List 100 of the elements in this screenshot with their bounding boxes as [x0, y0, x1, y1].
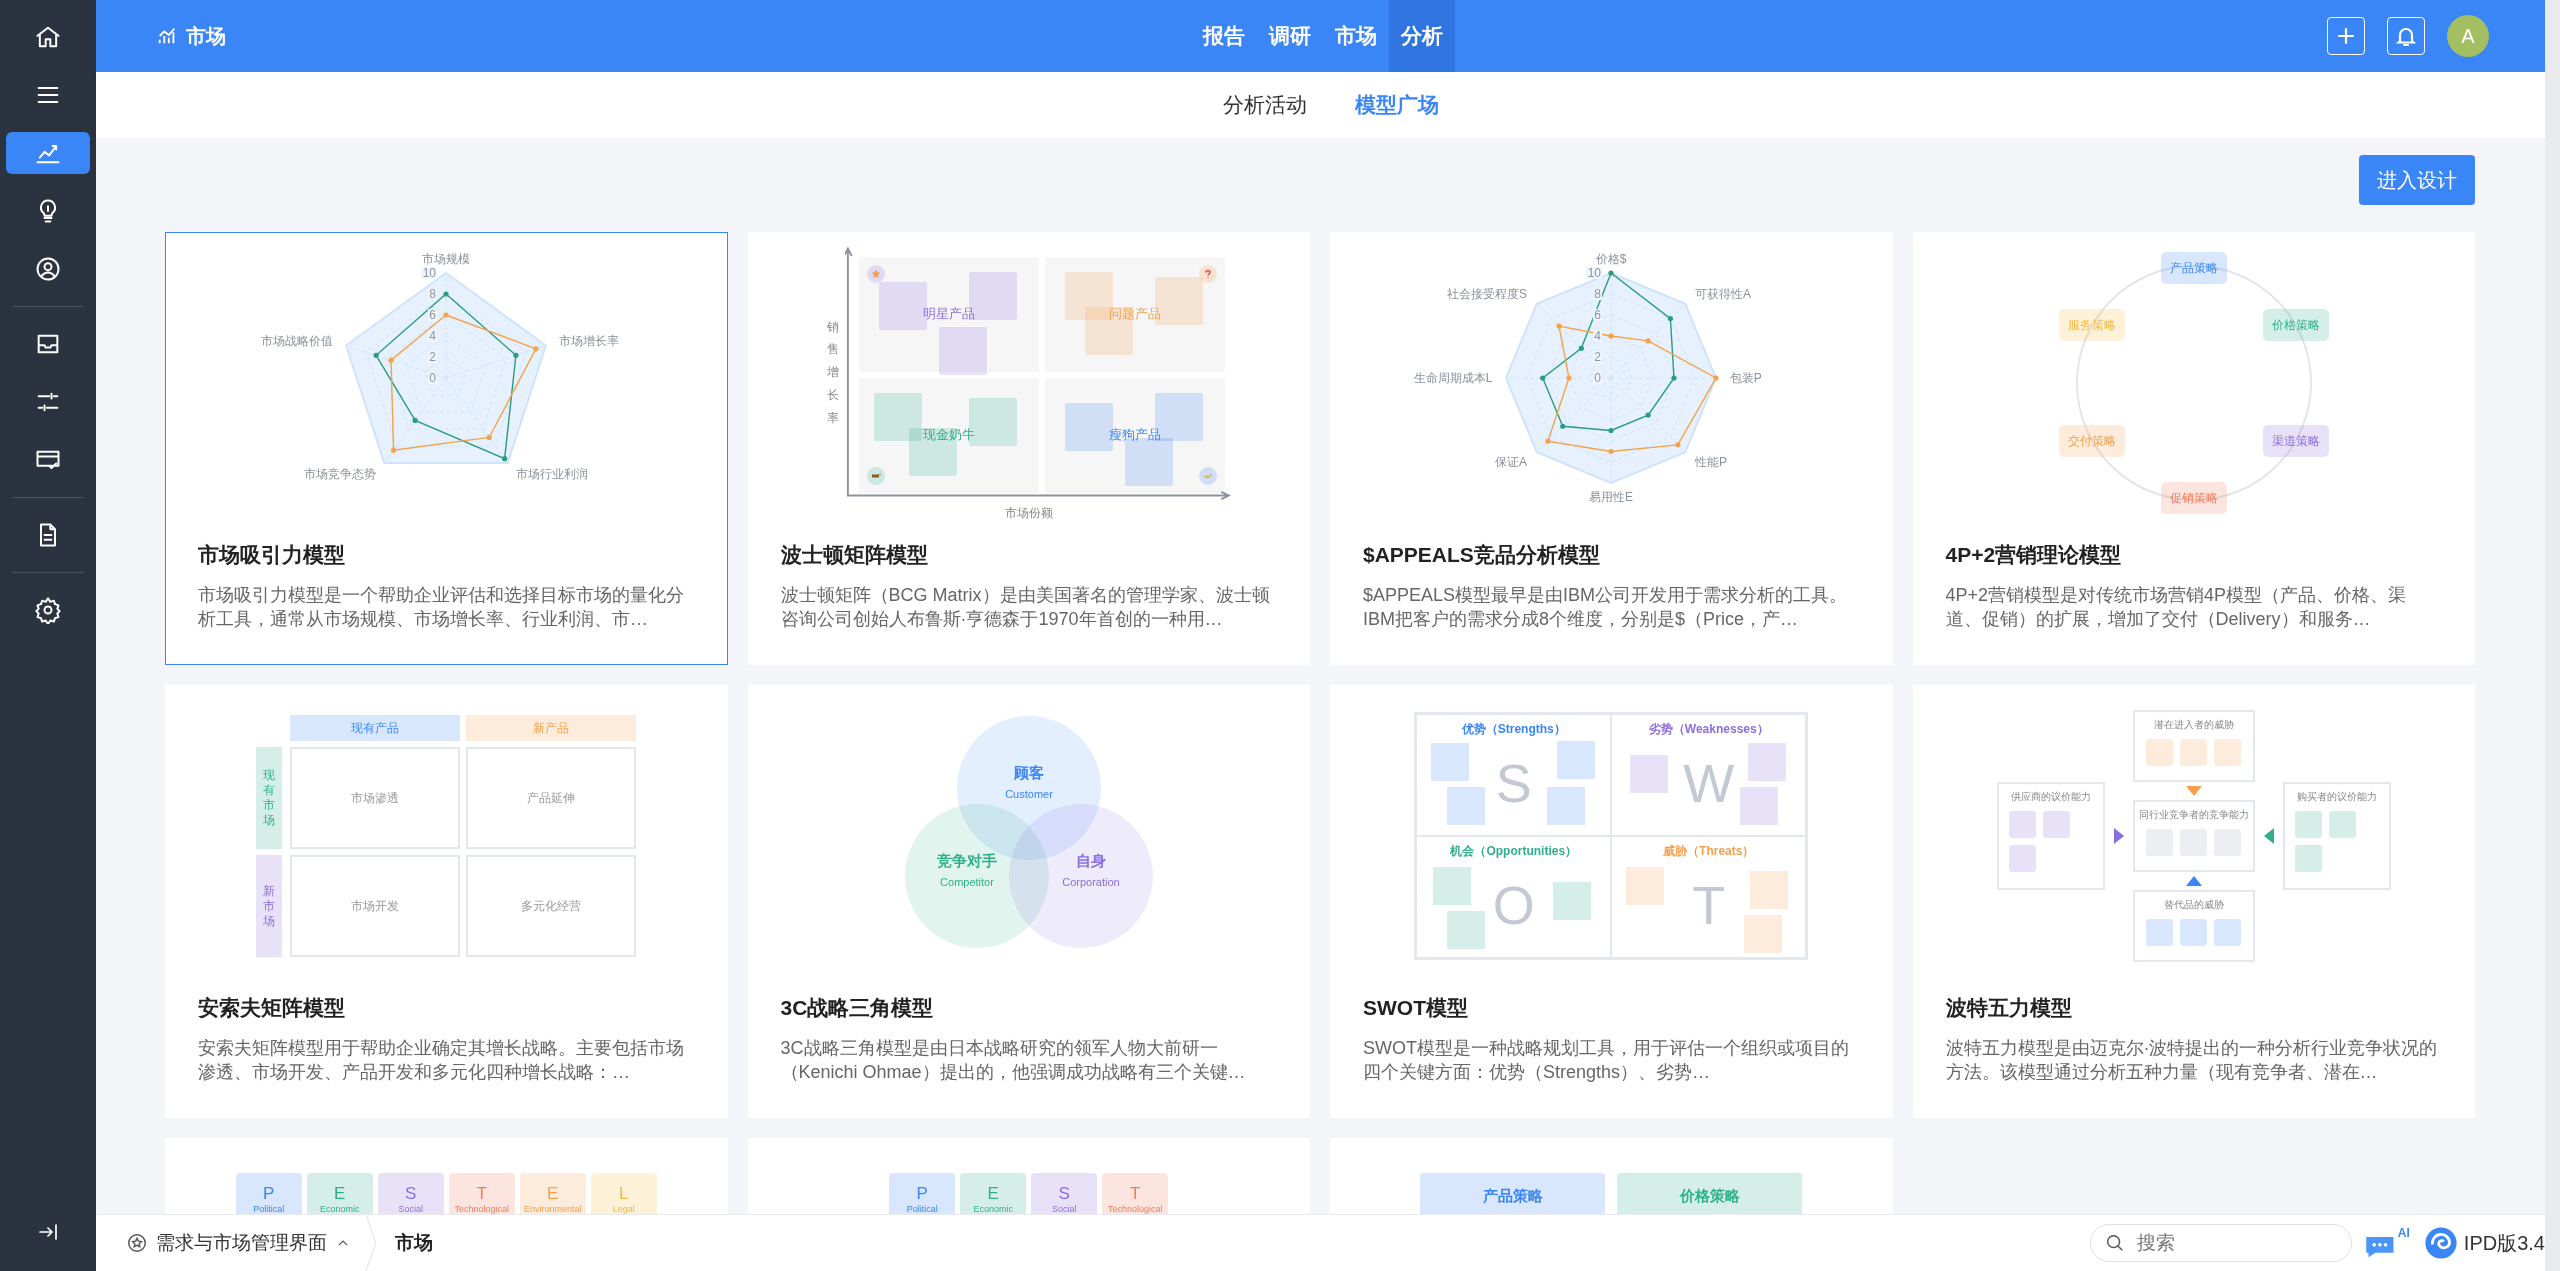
question-icon	[1198, 264, 1217, 283]
model-card[interactable]: 现有产品 新产品 现有市场 市场渗透 产品延伸 新市场 市场开发 多元化经营 安索夫矩阵模型 安索夫矩阵模型用于帮助企业确定其增长战略。主要包括市场渗透、市场开发、产品开发和多元化四种增长战略：…	[165, 685, 728, 1118]
circle-subtitle: Competitor	[939, 876, 994, 888]
tick-label: 8	[428, 287, 438, 301]
model-card[interactable]: 顾客 Customer 竞争对手 Competitor 自身 Corporation 3C战略三角模型 3C战略三角模型是由日本战略研究的领军人物大前研一（Kenichi Ohmae）提出的，他强调成功战略有三个关键…	[747, 685, 1310, 1118]
axis-label: 价格$	[1595, 252, 1627, 267]
card-description: 波特五力模型是由迈克尔·波特提出的一种分析行业竞争状况的方法。该模型通过分析五种力量（现有竞争者、潜在…	[1945, 1037, 2439, 1084]
quadrant-label: 优势（Strengths）	[1461, 721, 1566, 738]
note-square	[2008, 845, 2036, 872]
strategy-node: 交付策略	[2058, 425, 2125, 457]
sub-tab[interactable]: 分析活动	[1210, 85, 1319, 125]
design-button[interactable]: 进入设计	[2359, 155, 2475, 205]
note-square	[1744, 915, 1783, 953]
model-card[interactable]: P Political E Economic S Social T Technological E Environmental L Legal	[165, 1138, 728, 1214]
quadrant-letter: S	[1495, 756, 1532, 810]
note-square	[2214, 919, 2242, 946]
factor-name: Social	[1052, 1204, 1077, 1214]
model-card[interactable]: 优势（Strengths） S 劣势（Weaknesses） W 机会（Opportunities） O 威胁（Threats） T SWOT模型 SWOT模型是一种战略规划工具，用于评估一个组织或项目的四个关键方面：优势（Strengths）、劣势…	[1330, 685, 1893, 1118]
note-square	[1740, 787, 1779, 825]
note-square	[2042, 811, 2070, 838]
notification-button[interactable]	[2387, 17, 2425, 55]
user-icon	[34, 255, 62, 283]
axis-label: 市场增长率	[559, 334, 620, 349]
card-title: 4P+2营销理论模型	[1945, 542, 2123, 568]
axis-label: 市场规模	[422, 252, 471, 267]
factor-letter: E	[987, 1184, 999, 1204]
circle-subtitle: Corporation	[1062, 876, 1120, 888]
column-header: 现有产品	[290, 715, 461, 741]
model-card[interactable]: P Political E Economic S Social T Technological	[747, 1138, 1310, 1214]
factor-name: Political	[906, 1204, 938, 1214]
tick-label: 2	[428, 350, 438, 364]
note-square	[2146, 739, 2174, 766]
version-label: IPD版3.4	[2463, 1230, 2545, 1256]
factor-letter: T	[476, 1184, 487, 1204]
force-label: 供应商的议价能力	[2010, 790, 2091, 804]
factor-letter: P	[263, 1184, 275, 1204]
factor-name: Legal	[612, 1204, 635, 1214]
axis-label: 生命周期成本L	[1413, 371, 1493, 385]
ai-assistant-button[interactable]: AI	[2363, 1226, 2410, 1260]
force-label: 替代品的威胁	[2163, 898, 2224, 912]
axis-label: 市场份额	[1004, 504, 1053, 522]
tick-label: 10	[1586, 266, 1603, 280]
breadcrumb-current: 市场	[395, 1231, 433, 1255]
note-square	[1557, 741, 1596, 779]
card-description: 安索夫矩阵模型用于帮助企业确定其增长战略。主要包括市场渗透、市场开发、产品开发和多元化四种增长战略：…	[198, 1037, 685, 1084]
axis-label: 社会接受程度S	[1447, 287, 1528, 302]
axis-label: 市场行业利润	[516, 467, 588, 481]
sub-tab[interactable]: 模型广场	[1342, 85, 1451, 125]
quadrant-label: 瘦狗产品	[1108, 426, 1161, 444]
tick-label: 4	[428, 329, 438, 343]
note-square	[2008, 811, 2036, 838]
circle-title: 自身	[1075, 852, 1106, 869]
card-description: 3C战略三角模型是由日本战略研究的领军人物大前研一（Kenichi Ohmae）提出的，他强调成功战略有三个关键…	[780, 1037, 1247, 1084]
note-square	[1630, 755, 1669, 793]
factor-letter: L	[619, 1184, 629, 1204]
tick-label: 10	[421, 266, 438, 280]
add-button[interactable]	[2327, 17, 2365, 55]
card-description: $APPEALS模型最早是由IBM公司开发用于需求分析的工具。IBM把客户的需求分成8个维度，分别是$（Price，产…	[1363, 584, 1849, 631]
quadrant-label: 机会（Opportunities）	[1450, 843, 1578, 860]
search-field[interactable]: 搜索	[2089, 1224, 2352, 1262]
note-square	[1433, 867, 1472, 905]
card-description: SWOT模型是一种战略规划工具，用于评估一个组织或项目的四个关键方面：优势（Strengths）、劣势…	[1363, 1037, 1850, 1084]
nav-tab[interactable]: 分析	[1388, 0, 1455, 72]
axis-label: 易用性E	[1589, 489, 1634, 504]
model-card[interactable]: 潜在进入者的威胁 供应商的议价能力 同行业竞争者的竞争能力 购买者的议价能力 替代品的威胁 波特五力模型 波特五力模型是由迈克尔·波特提出的一种分析行业竞争状况的方法。该模型通过分析五种力量（现有竞争者、潜在…	[1912, 685, 2475, 1118]
card-title: 3C战略三角模型	[780, 995, 935, 1021]
axis-label: 可获得性A	[1695, 287, 1752, 302]
card-description: 4P+2营销模型是对传统市场营销4P模型（产品、价格、渠道、促销）的扩展，增加了交付（Delivery）和服务…	[1945, 584, 2408, 631]
row-header: 现有市场	[256, 747, 283, 849]
breadcrumb-link[interactable]: 需求与市场管理界面	[120, 1229, 357, 1257]
card-description: 波士顿矩阵（BCG Matrix）是由美国著名的管理学家、波士顿咨询公司创始人布鲁斯·亨德森于1970年首创的一种用…	[780, 584, 1271, 631]
note-square	[1447, 787, 1486, 825]
factor-name: Economic	[320, 1204, 360, 1214]
circle-title: 竞争对手	[936, 852, 997, 869]
settings-icon	[34, 596, 62, 624]
note-square	[2180, 919, 2208, 946]
axis-label: 包装P	[1729, 371, 1762, 385]
strategy-box: 产品策略	[1420, 1173, 1606, 1214]
model-card[interactable]: 产品策略 价格策略	[1330, 1138, 1893, 1214]
note-square	[2294, 811, 2322, 838]
factor-letter: P	[916, 1184, 928, 1204]
model-card[interactable]: 10 8 6 4 2 0 市场规模 市场战略价值 市场增长率 市场竞争态势 市场行业利润 市场吸引力模型 市场吸引力模型是一个帮助企业评估和选择目标市场的量化分析工具，通常从市场规模、市场增长率、行业利润、市…	[165, 232, 728, 665]
model-card[interactable]: 销售增长率 明星产品 问题产品 现金奶牛 瘦狗产品 市场份额 波士顿矩阵模型 波士顿矩阵（BCG Matrix）是由美国著名的管理学家、波士顿咨询公司创始人布鲁斯·亨德森于1970年首创的一种用…	[747, 232, 1310, 665]
note-square	[1447, 911, 1486, 949]
scrollbar[interactable]	[2545, 0, 2560, 1271]
factor-name: Environmental	[524, 1204, 582, 1214]
circle-subtitle: Customer	[1004, 788, 1053, 800]
note-square	[2294, 845, 2322, 872]
note-square	[2328, 811, 2356, 838]
axis-label: 保证A	[1495, 454, 1528, 469]
model-card[interactable]: 产品策略 服务策略 价格策略 交付策略 渠道策略 促销策略 4P+2营销理论模型 4P+2营销模型是对传统市场营销4P模型（产品、价格、渠道、促销）的扩展，增加了交付（Delivery）和服务…	[1912, 232, 2475, 665]
factor-letter: T	[1130, 1184, 1141, 1204]
factor-name: Technological	[1107, 1204, 1163, 1214]
nav-tab[interactable]: 调研	[1256, 0, 1323, 72]
strategy-node: 价格策略	[2262, 309, 2329, 341]
nav-tab[interactable]: 市场	[1322, 0, 1389, 72]
factor-name: Technological	[454, 1204, 509, 1214]
card-title: 安索夫矩阵模型	[198, 995, 346, 1021]
nav-tab[interactable]: 报告	[1190, 0, 1257, 72]
model-card[interactable]: 10 8 6 4 2 0 价格$ 社会接受程度S 可获得性A 生命周期成本L 包装P 保证A 性能P 易用性E $APPEALS竞品分析模型 $APPEALS模型最早是由IBM公司开发用于需求分析的工具。IBM把客户的需求分成8个维度，分别是$（Price，产…	[1330, 232, 1893, 665]
